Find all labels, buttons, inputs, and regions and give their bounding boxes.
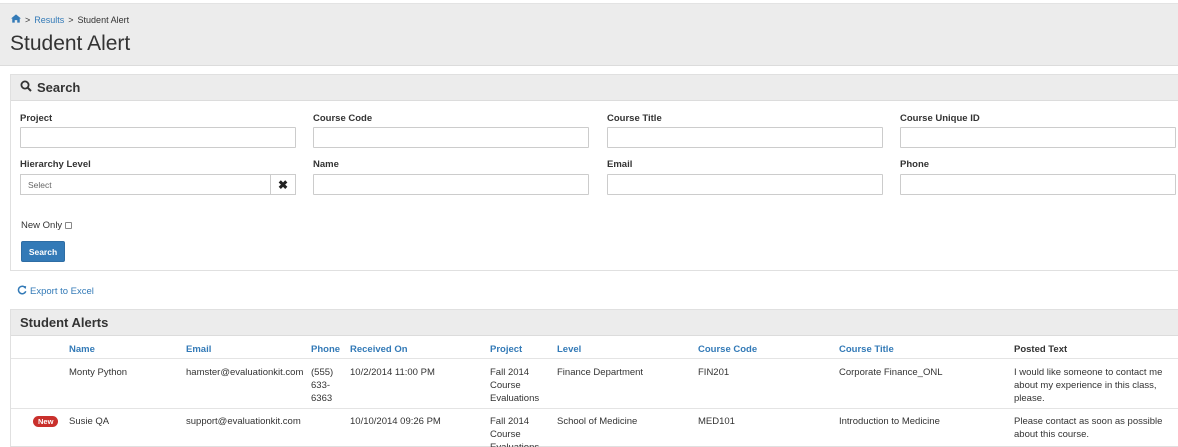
cell-course-title: Introduction to Medicine [839,416,940,427]
name-input[interactable] [313,174,589,195]
search-icon [20,80,32,95]
cell-level: School of Medicine [557,416,638,427]
breadcrumb-results-link[interactable]: Results [34,15,64,25]
cell-course-code: FIN201 [698,367,730,378]
column-header-name[interactable]: Name [69,344,95,355]
cell-email: support@evaluationkit.com [186,416,301,427]
project-label: Project [20,113,53,124]
course-unique-id-label: Course Unique ID [900,113,980,124]
cell-phone: (555) 633- 6363 [311,367,334,404]
header-divider [11,358,1178,359]
search-button[interactable]: Search [21,241,65,262]
cell-posted-text: I would like someone to contact me about… [1014,367,1163,404]
cell-course-code: MED101 [698,416,735,427]
home-icon[interactable] [11,14,21,25]
phone-label: Phone [900,159,930,170]
search-panel-heading: Search [11,75,1178,101]
export-to-excel-link[interactable]: Export to Excel [17,285,94,298]
new-only-label: New Only [21,220,63,231]
cell-name[interactable]: Monty Python [69,366,127,379]
new-only-checkbox[interactable] [65,222,73,229]
student-alerts-panel: Student Alerts Name Email Phone Received… [10,309,1178,447]
column-header-course-title[interactable]: Course Title [839,344,894,355]
cell-received-on: 10/10/2014 09:26 PM [350,416,441,427]
cell-posted-text: Please contact as soon as possible about… [1014,416,1163,440]
search-panel-title: Search [37,80,81,95]
breadcrumb-separator: > [68,14,74,25]
phone-input[interactable] [900,174,1176,195]
course-title-input[interactable] [607,127,883,148]
cell-project: Fall 2014 Course Evaluations [490,416,539,447]
column-header-phone[interactable]: Phone [311,344,340,355]
course-code-label: Course Code [313,113,373,124]
course-title-label: Course Title [607,113,662,124]
page-header: > Results > Student Alert Student Alert [0,4,1178,66]
breadcrumb: > Results > Student Alert [11,14,129,25]
cell-project: Fall 2014 Course Evaluations [490,367,540,404]
new-only-option: New Only [21,220,73,231]
course-unique-id-input[interactable] [900,127,1176,148]
column-header-received-on[interactable]: Received On [350,344,408,355]
clear-icon[interactable]: ✖ [270,175,295,194]
row-divider [11,408,1178,409]
column-header-level[interactable]: Level [557,344,581,355]
refresh-icon [17,285,27,298]
column-header-course-code[interactable]: Course Code [698,344,757,355]
column-header-email[interactable]: Email [186,344,211,355]
course-code-input[interactable] [313,127,589,148]
hierarchy-level-select[interactable]: Select ✖ [20,174,296,195]
student-alerts-title: Student Alerts [20,315,109,330]
column-header-posted-text: Posted Text [1014,344,1068,355]
name-label: Name [313,159,339,170]
project-input[interactable] [20,127,296,148]
email-label: Email [607,159,633,170]
cell-level: Finance Department [557,367,644,378]
breadcrumb-current: Student Alert [77,14,130,25]
student-alerts-heading: Student Alerts [11,310,1178,336]
cell-name[interactable]: Susie QA [69,415,109,428]
cell-received-on: 10/2/2014 11:00 PM [350,367,435,378]
email-input[interactable] [607,174,883,195]
column-header-project[interactable]: Project [490,344,522,355]
breadcrumb-separator: > [25,14,31,25]
page-title: Student Alert [10,32,131,55]
new-badge: New [33,416,59,427]
cell-course-title: Corporate Finance_ONL [839,367,943,378]
cell-email: hamster@evaluationkit.com [186,367,304,378]
export-label: Export to Excel [30,286,94,297]
search-panel: Search Project Course Code Course Title … [10,74,1178,271]
hierarchy-level-label: Hierarchy Level [20,159,91,170]
hierarchy-level-value: Select [28,180,52,190]
